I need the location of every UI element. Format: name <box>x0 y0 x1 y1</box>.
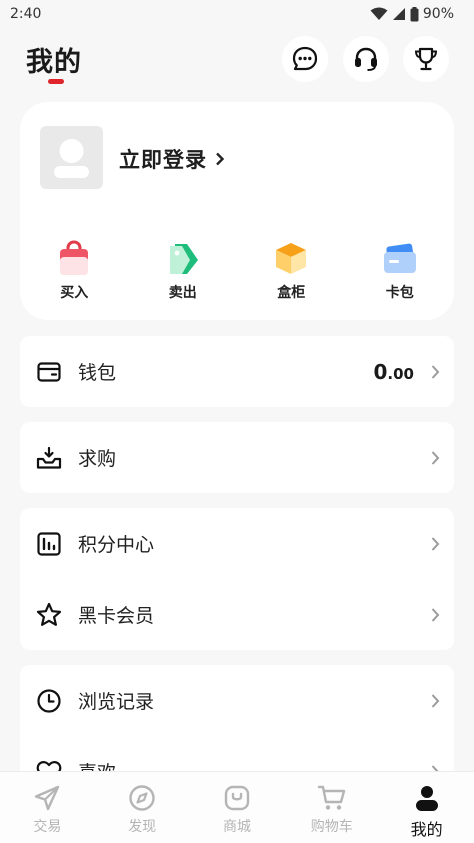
menu-label: 求购 <box>78 448 117 470</box>
wallet-icon <box>37 361 61 382</box>
chevron-right-icon <box>431 693 440 708</box>
person-icon <box>415 786 438 811</box>
login-link[interactable]: 立即登录 <box>119 144 225 174</box>
shortcut-sell[interactable]: 卖出 <box>129 240 238 302</box>
signal-icon <box>392 8 405 20</box>
shortcut-label: 卖出 <box>168 285 197 301</box>
nav-label: 商城 <box>222 819 251 835</box>
card-wallet-icon <box>383 243 416 273</box>
inbox-download-icon <box>36 446 62 469</box>
page-title: 我的 <box>26 47 82 78</box>
star-icon <box>36 602 62 626</box>
nav-tab-mine[interactable]: 我的 <box>379 772 474 843</box>
compass-icon <box>129 785 155 811</box>
chevron-right-icon <box>431 607 440 622</box>
nav-tab-mall[interactable]: 商城 <box>190 772 285 843</box>
cart-icon <box>317 785 345 810</box>
menu-item-black-card[interactable]: 黑卡会员 <box>20 579 454 650</box>
menu-item-wallet[interactable]: 钱包 0.00 <box>20 336 454 407</box>
membership-card: 积分中心 黑卡会员 <box>20 508 454 650</box>
shop-bag-icon <box>224 785 250 811</box>
wallet-card: 钱包 0.00 <box>20 336 454 407</box>
nav-label: 我的 <box>410 820 443 839</box>
menu-label: 浏览记录 <box>78 691 155 713</box>
nav-label: 购物车 <box>310 819 353 835</box>
chevron-right-icon <box>431 450 440 465</box>
default-avatar-icon <box>54 139 89 178</box>
menu-item-history[interactable]: 浏览记录 <box>20 665 454 736</box>
shortcut-row: 买入 卖出 盒柜 卡包 <box>20 240 454 302</box>
shortcut-label: 买入 <box>60 285 89 301</box>
menu-label: 钱包 <box>78 362 117 384</box>
clock-icon <box>37 688 61 713</box>
nav-label: 发现 <box>128 819 157 835</box>
message-button[interactable] <box>282 36 328 82</box>
battery-percent: 90% <box>422 6 454 22</box>
nav-tab-trade[interactable]: 交易 <box>0 772 95 843</box>
menu-label: 积分中心 <box>78 534 155 556</box>
profile-card: 立即登录 买入 卖出 盒柜 卡包 <box>20 102 454 320</box>
chat-bubble-icon <box>292 46 318 71</box>
bar-chart-icon <box>37 531 61 556</box>
shortcut-card-wallet[interactable]: 卡包 <box>346 240 455 302</box>
chevron-right-icon <box>431 364 440 379</box>
header: 我的 <box>0 36 474 86</box>
chevron-right-icon <box>216 152 225 166</box>
chevron-right-icon <box>431 536 440 551</box>
shortcut-label: 盒柜 <box>277 285 306 301</box>
headset-icon <box>355 47 377 71</box>
shortcut-buy[interactable]: 买入 <box>20 240 129 302</box>
login-label: 立即登录 <box>119 148 207 172</box>
wifi-icon <box>370 7 388 20</box>
box-icon <box>276 243 307 274</box>
bottom-nav: 交易 发现 商城 购物车 我的 <box>0 771 474 843</box>
wallet-balance: 0.00 <box>373 359 415 384</box>
menu-label: 黑卡会员 <box>78 605 155 627</box>
menu-item-wanted[interactable]: 求购 <box>20 422 454 493</box>
shortcut-box-cabinet[interactable]: 盒柜 <box>237 240 346 302</box>
tag-icon <box>169 244 198 274</box>
title-underline <box>48 79 64 84</box>
shortcut-label: 卡包 <box>385 285 414 301</box>
trophy-button[interactable] <box>403 36 449 82</box>
status-time: 2:40 <box>10 6 42 22</box>
nav-tab-cart[interactable]: 购物车 <box>284 772 379 843</box>
avatar[interactable] <box>40 126 103 189</box>
battery-icon <box>410 6 419 21</box>
paper-plane-icon <box>35 785 60 811</box>
menu-item-points[interactable]: 积分中心 <box>20 508 454 579</box>
shopping-bag-icon <box>60 240 89 275</box>
trophy-icon <box>414 47 438 71</box>
customer-service-button[interactable] <box>343 36 389 82</box>
nav-label: 交易 <box>33 819 62 835</box>
history-card: 浏览记录 喜欢 <box>20 665 454 785</box>
status-bar: 2:40 90% <box>0 0 474 28</box>
wanted-card: 求购 <box>20 422 454 493</box>
nav-tab-discover[interactable]: 发现 <box>95 772 190 843</box>
